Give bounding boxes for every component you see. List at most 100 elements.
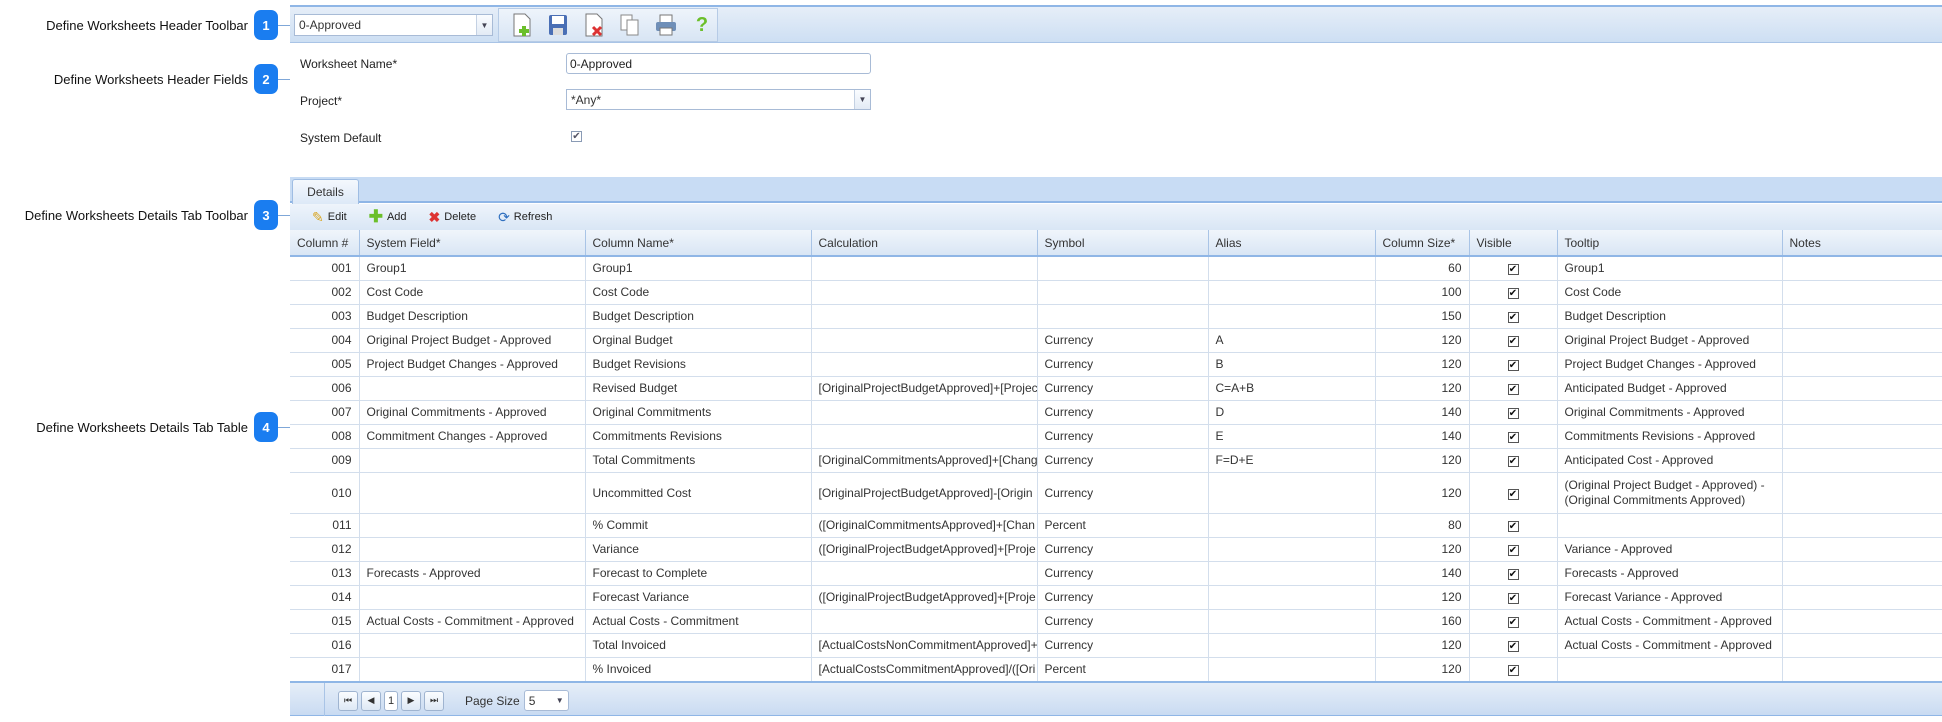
visible-checkbox[interactable]: ✔ <box>1507 641 1519 652</box>
cell-calculation: [OriginalProjectBudgetApproved]-[Origin <box>811 472 1038 514</box>
print-icon[interactable] <box>653 12 679 38</box>
cell-notes <box>1782 280 1942 305</box>
save-icon[interactable] <box>545 12 571 38</box>
table-row[interactable]: 013 Forecasts - Approved Forecast to Compl… <box>290 561 1942 586</box>
cell-calculation <box>811 256 1038 281</box>
column-header[interactable]: Column Size* <box>1375 230 1470 257</box>
delete-button[interactable]: ✖ Delete <box>429 209 477 226</box>
cell-num: 015 <box>290 609 360 634</box>
system-default-checkbox[interactable]: ✔ <box>571 131 582 142</box>
refresh-icon: ⟳ <box>498 208 510 225</box>
tab-details[interactable]: Details <box>292 179 359 204</box>
cell-column-name: Group1 <box>585 256 812 281</box>
chevron-down-icon[interactable]: ▼ <box>854 90 870 109</box>
column-header[interactable]: Symbol <box>1037 230 1209 257</box>
visible-checkbox[interactable]: ✔ <box>1507 545 1519 556</box>
visible-checkbox[interactable]: ✔ <box>1507 488 1519 500</box>
delete-label: Delete <box>444 211 477 223</box>
edit-button[interactable]: ✎ Edit <box>312 209 347 226</box>
cell-alias <box>1208 256 1376 281</box>
visible-checkbox[interactable]: ✔ <box>1507 593 1519 604</box>
table-row[interactable]: 005 Project Budget Changes - Approved Budg… <box>290 352 1942 377</box>
table-row[interactable]: 015 Actual Costs - Commitment - Approved A… <box>290 609 1942 634</box>
visible-checkbox[interactable]: ✔ <box>1507 384 1519 395</box>
visible-checkbox[interactable]: ✔ <box>1507 360 1519 371</box>
table-row[interactable]: 007 Original Commitments - Approved Origin… <box>290 400 1942 425</box>
visible-checkbox[interactable]: ✔ <box>1507 264 1519 276</box>
callout-badge: 2 <box>254 64 278 94</box>
cell-calculation <box>811 304 1038 329</box>
first-page-icon[interactable]: ⏮ <box>338 690 358 711</box>
callout-header-toolbar: Define Worksheets Header Toolbar 1 <box>0 10 290 40</box>
cell-size: 120 <box>1375 376 1470 401</box>
delete-document-icon[interactable] <box>581 12 607 38</box>
table-row[interactable]: 004 Original Project Budget - Approved Org… <box>290 328 1942 353</box>
add-button[interactable]: ✚ Add <box>369 207 407 227</box>
cell-symbol: Currency <box>1037 376 1209 401</box>
worksheet-select[interactable]: 0-Approved ▼ <box>294 14 493 36</box>
chevron-down-icon[interactable]: ▼ <box>552 691 568 710</box>
visible-checkbox[interactable]: ✔ <box>1507 569 1519 580</box>
table-row[interactable]: 006 Revised Budget [OriginalProjectBudgetA… <box>290 376 1942 401</box>
table-row[interactable]: 003 Budget Description Budget Description 1… <box>290 304 1942 329</box>
visible-checkbox[interactable]: ✔ <box>1507 665 1519 676</box>
page-size-select[interactable]: 5 ▼ <box>523 690 569 711</box>
cell-visible: ✔ <box>1469 561 1558 586</box>
column-header[interactable]: Calculation <box>811 230 1038 257</box>
column-header[interactable]: Visible <box>1469 230 1558 257</box>
pager: ⏮ ◀ 1 ▶ ⏭ Page Size 5 ▼ <box>290 681 1942 716</box>
worksheet-name-input[interactable] <box>566 53 871 74</box>
callout-details-toolbar: Define Worksheets Details Tab Toolbar 3 <box>0 200 290 230</box>
worksheet-details-table: Column # System Field* Column Name* Calcula… <box>290 230 1942 682</box>
table-row[interactable]: 009 Total Commitments [OriginalCommitments… <box>290 448 1942 473</box>
cell-column-name: Actual Costs - Commitment <box>585 609 812 634</box>
table-row[interactable]: 001 Group1 Group1 60 ✔ Group1 <box>290 256 1942 281</box>
column-header[interactable]: Alias <box>1208 230 1376 257</box>
visible-checkbox[interactable]: ✔ <box>1507 521 1519 532</box>
visible-checkbox[interactable]: ✔ <box>1507 432 1519 443</box>
chevron-down-icon[interactable]: ▼ <box>476 15 492 35</box>
next-page-icon[interactable]: ▶ <box>401 690 421 711</box>
cell-column-name: Variance <box>585 537 812 562</box>
callout-details-table: Define Worksheets Details Tab Table 4 <box>0 412 290 442</box>
previous-page-icon[interactable]: ◀ <box>361 690 381 711</box>
table-row[interactable]: 011 % Commit ([OriginalCommitmentsApproved… <box>290 513 1942 538</box>
help-icon[interactable]: ? <box>689 12 715 38</box>
column-header[interactable]: Column # <box>290 230 360 257</box>
visible-checkbox[interactable]: ✔ <box>1507 312 1519 323</box>
table-row[interactable]: 010 Uncommitted Cost [OriginalProjectBudge… <box>290 472 1942 514</box>
table-row[interactable]: 014 Forecast Variance ([OriginalProjectBud… <box>290 585 1942 610</box>
table-row[interactable]: 012 Variance ([OriginalProjectBudgetApprov… <box>290 537 1942 562</box>
refresh-button[interactable]: ⟳ Refresh <box>498 209 552 226</box>
table-row[interactable]: 002 Cost Code Cost Code 100 ✔ Cost Code <box>290 280 1942 305</box>
visible-checkbox[interactable]: ✔ <box>1507 408 1519 419</box>
column-header[interactable]: Column Name* <box>585 230 812 257</box>
visible-checkbox[interactable]: ✔ <box>1507 617 1519 628</box>
visible-checkbox[interactable]: ✔ <box>1507 288 1519 299</box>
table-row[interactable]: 016 Total Invoiced [ActualCostsNonCommitme… <box>290 633 1942 658</box>
current-page[interactable]: 1 <box>384 690 398 711</box>
table-row[interactable]: 017 % Invoiced [ActualCostsCommitmentAppro… <box>290 657 1942 682</box>
column-header[interactable]: Notes <box>1782 230 1942 257</box>
project-select[interactable]: *Any* ▼ <box>566 89 871 110</box>
column-header[interactable]: System Field* <box>359 230 586 257</box>
cell-column-name: Orginal Budget <box>585 328 812 353</box>
cell-symbol: Currency <box>1037 448 1209 473</box>
cell-alias: B <box>1208 352 1376 377</box>
visible-checkbox[interactable]: ✔ <box>1507 336 1519 347</box>
table-row[interactable]: 008 Commitment Changes - Approved Commitme… <box>290 424 1942 449</box>
cell-notes <box>1782 537 1942 562</box>
cell-column-name: Uncommitted Cost <box>585 472 812 514</box>
cell-num: 001 <box>290 256 360 281</box>
copy-icon[interactable] <box>617 12 643 38</box>
new-document-icon[interactable] <box>509 12 535 38</box>
cell-calculation <box>811 561 1038 586</box>
cell-alias <box>1208 633 1376 658</box>
cell-calculation <box>811 328 1038 353</box>
pager-controls: ⏮ ◀ 1 ▶ ⏭ Page Size 5 ▼ <box>338 690 569 711</box>
cell-notes <box>1782 400 1942 425</box>
cell-column-name: Cost Code <box>585 280 812 305</box>
column-header[interactable]: Tooltip <box>1557 230 1783 257</box>
last-page-icon[interactable]: ⏭ <box>424 690 444 711</box>
visible-checkbox[interactable]: ✔ <box>1507 456 1519 467</box>
